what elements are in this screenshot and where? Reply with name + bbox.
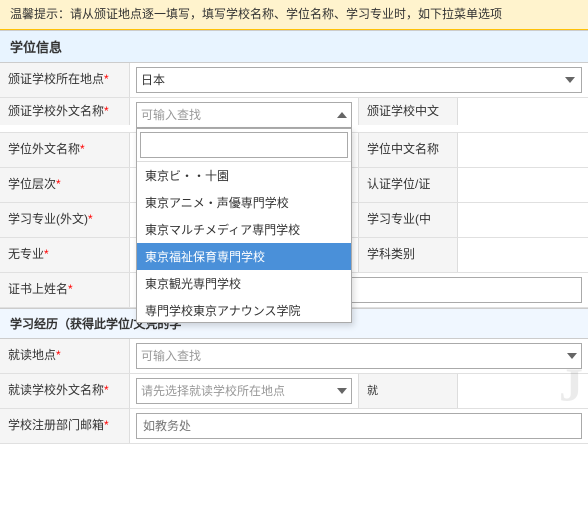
control-school-chinese bbox=[458, 98, 588, 106]
form-row-school-dept: 学校注册部门邮箱* bbox=[0, 409, 588, 444]
control-study-chinese: J bbox=[458, 374, 588, 408]
label-degree-foreign: 学位外文名称* bbox=[0, 133, 130, 167]
label-degree-chinese: 学位中文名称 bbox=[358, 133, 458, 167]
school-foreign-placeholder: 可输入查找 bbox=[141, 106, 201, 123]
warning-text: 温馨提示：请从颁证地点逐一填写，填写学校名称、学位名称、学习专业时，如下拉菜单选… bbox=[10, 7, 502, 21]
arrow-down-icon-school bbox=[337, 388, 347, 394]
section-title-degree: 学位信息 bbox=[0, 30, 588, 63]
study-location-select[interactable]: 可输入查找 bbox=[136, 343, 582, 369]
dropdown-list: 東京ビ・・十園 東京アニメ・声優専門学校 東京マルチメディア専門学校 東京福祉保… bbox=[137, 162, 351, 322]
dropdown-search-input[interactable] bbox=[140, 132, 348, 158]
label-school-chinese: 颁证学校中文 bbox=[358, 98, 458, 126]
control-school-foreign[interactable]: 可输入查找 東京ビ・・十園 東京アニメ・声優専門学校 東京マルチメディア専門学校… bbox=[130, 98, 358, 132]
form-row-school-foreign: 颁证学校外文名称* 可输入查找 東京ビ・・十園 東京アニメ・声優専門学校 東京マ… bbox=[0, 98, 588, 133]
control-degree-chinese bbox=[458, 133, 588, 167]
label-cert-level: 认证学位/证 bbox=[358, 168, 458, 202]
arrow-down-icon-location bbox=[567, 353, 577, 359]
label-study-school: 就读学校外文名称* bbox=[0, 374, 130, 408]
label-country: 颁证学校所在地点* bbox=[0, 63, 130, 97]
label-study-chinese: 就 bbox=[358, 374, 458, 408]
input-school-dept[interactable] bbox=[136, 413, 582, 439]
label-study-location: 就读地点* bbox=[0, 339, 130, 373]
label-cert-name: 证书上姓名* bbox=[0, 273, 130, 307]
study-school-placeholder: 请先选择就读学校所在地点 bbox=[141, 382, 285, 399]
control-subject bbox=[458, 238, 588, 272]
label-major-foreign: 学习专业(外文)* bbox=[0, 203, 130, 237]
control-study-location[interactable]: 可输入查找 bbox=[130, 339, 588, 373]
dropdown-item-5[interactable]: 専門学校東京アナウンス学院 bbox=[137, 297, 351, 322]
dropdown-item-4[interactable]: 東京観光専門学校 bbox=[137, 270, 351, 297]
control-cert-level bbox=[458, 168, 588, 202]
school-foreign-dropdown: 東京ビ・・十園 東京アニメ・声優専門学校 東京マルチメディア専門学校 東京福祉保… bbox=[136, 128, 352, 323]
label-school-foreign: 颁证学校外文名称* bbox=[0, 98, 130, 126]
label-major-chinese: 学习专业(中 bbox=[358, 203, 458, 237]
control-major-chinese bbox=[458, 203, 588, 237]
control-study-school[interactable]: 请先选择就读学校所在地点 bbox=[130, 374, 358, 408]
dropdown-item-2[interactable]: 東京マルチメディア専門学校 bbox=[137, 216, 351, 243]
form-row-study-school: 就读学校外文名称* 请先选择就读学校所在地点 就 J bbox=[0, 374, 588, 409]
dropdown-search-area[interactable] bbox=[137, 129, 351, 162]
school-foreign-select[interactable]: 可输入查找 bbox=[136, 102, 352, 128]
label-degree-level: 学位层次* bbox=[0, 168, 130, 202]
arrow-up-icon bbox=[337, 112, 347, 118]
degree-form: 颁证学校所在地点* 日本 颁证学校外文名称* 可输入查找 東京ビ bbox=[0, 63, 588, 308]
warning-banner: 温馨提示：请从颁证地点逐一填写，填写学校名称、学位名称、学习专业时，如下拉菜单选… bbox=[0, 0, 588, 30]
history-form: 就读地点* 可输入查找 就读学校外文名称* 请先选择就读学校所在地点 就 J bbox=[0, 339, 588, 444]
dropdown-item-3[interactable]: 東京福祉保育専門学校 bbox=[137, 243, 351, 270]
dropdown-item-1[interactable]: 東京アニメ・声優専門学校 bbox=[137, 189, 351, 216]
dropdown-item-0[interactable]: 東京ビ・・十園 bbox=[137, 162, 351, 189]
label-school-dept: 学校注册部门邮箱* bbox=[0, 409, 130, 443]
select-country[interactable]: 日本 bbox=[136, 67, 582, 93]
control-school-dept[interactable] bbox=[130, 409, 588, 443]
label-subject: 学科类别 bbox=[358, 238, 458, 272]
study-school-select[interactable]: 请先选择就读学校所在地点 bbox=[136, 378, 352, 404]
form-row-study-location: 就读地点* 可输入查找 bbox=[0, 339, 588, 374]
label-no-major: 无专业* bbox=[0, 238, 130, 272]
control-country: 日本 bbox=[130, 63, 588, 97]
study-location-placeholder: 可输入查找 bbox=[141, 347, 201, 364]
form-row-country: 颁证学校所在地点* 日本 bbox=[0, 63, 588, 98]
